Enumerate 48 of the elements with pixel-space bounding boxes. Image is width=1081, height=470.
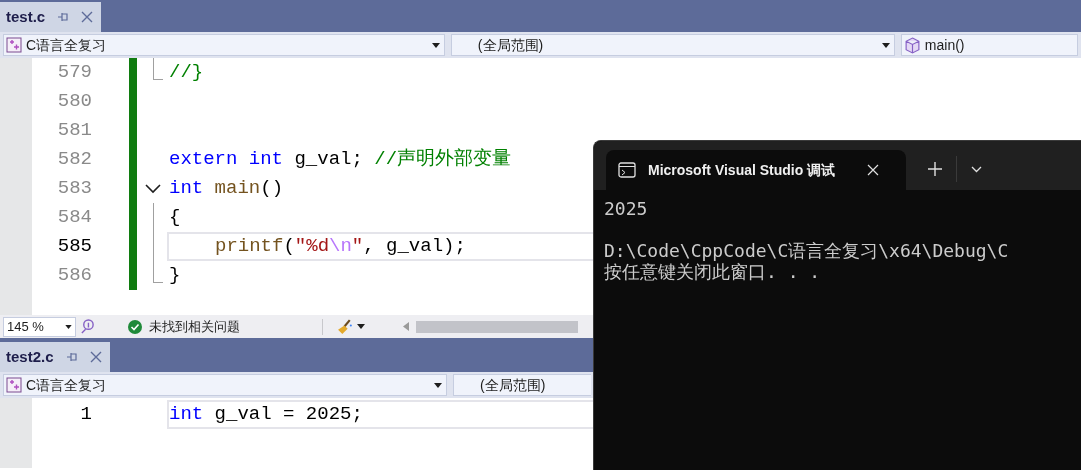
broom-icon [337,318,354,335]
horizontal-scrollbar[interactable] [416,320,578,333]
navigation-dropdown[interactable]: (全局范围) [453,374,591,396]
console-icon [618,162,636,178]
line-number: 1 [80,402,92,428]
line-number: 584 [57,205,92,231]
code-line: printf("%d\n", g_val); [215,234,466,260]
caret-icon [65,324,72,329]
console-output-line: 按任意键关闭此窗口. . . [604,261,822,282]
line-number: 579 [57,60,92,86]
line-number: 583 [57,176,92,202]
code-line: extern int g_val; //声明外部变量 [169,147,512,173]
pin-icon[interactable] [57,11,70,23]
terminal-tab[interactable]: Microsoft Visual Studio 调试 [606,150,906,190]
caret-icon [431,42,440,48]
cube-icon [903,36,921,54]
code-line: } [169,263,181,289]
navigation-dropdown[interactable]: C语言全复习 [3,34,445,56]
caret-icon [357,324,365,329]
cleanup-dropdown[interactable] [337,318,365,335]
zoom-dropdown[interactable]: 145 % [3,316,76,337]
line-number: 581 [57,118,92,144]
navigation-dropdown[interactable]: C语言全复习 [3,374,447,396]
project-icon [6,37,22,53]
line-number: 586 [57,263,92,289]
line-number: 585 [57,234,92,260]
caret-icon [881,42,890,48]
caret-icon [434,382,442,388]
console-output-line: 2025 [604,198,649,219]
new-tab-icon[interactable] [928,162,942,176]
issues-status[interactable]: 未找到相关问题 [149,316,240,337]
project-icon [6,377,22,393]
line-number: 582 [57,147,92,173]
code-line: int main() [169,176,284,202]
dropdown-chevron-icon[interactable] [971,166,982,173]
code-line: int g_val = 2025; [169,402,363,428]
pin-icon[interactable] [65,351,78,363]
console-output-line: D:\Code\CppCode\C语言全复习\x64\Debug\C [604,240,1010,261]
scroll-left-icon[interactable] [403,322,409,331]
file-tab[interactable]: test.c [0,2,102,32]
code-line: { [169,205,181,231]
line-number: 580 [57,89,92,115]
check-icon [128,319,142,334]
code-line: //} [169,60,204,86]
collapse-icon[interactable] [145,183,161,194]
navigation-dropdown[interactable]: (全局范围) [450,34,895,56]
file-tab[interactable]: test2.c [0,342,110,372]
member-field[interactable]: main() [900,34,1078,56]
